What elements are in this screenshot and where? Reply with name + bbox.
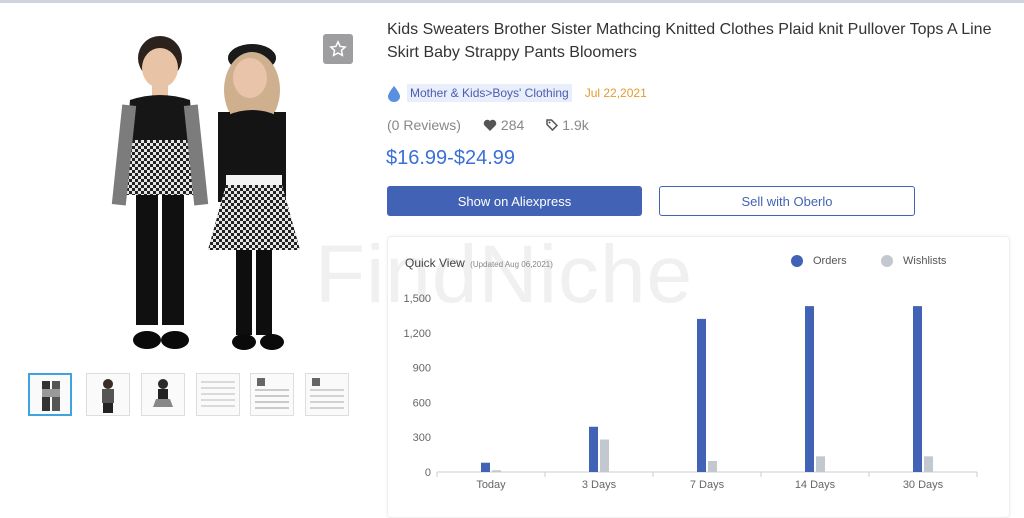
x-tick-label: 14 Days xyxy=(795,479,836,491)
quick-view-heading: Quick View xyxy=(405,256,465,270)
main-product-image[interactable] xyxy=(60,20,360,365)
wishlists-bar xyxy=(492,470,501,472)
legend-orders-label: Orders xyxy=(813,255,847,267)
quick-view-chart: 0 300 600 900 1,200 1,500 Today 3 Days 7 Days 14 … xyxy=(403,293,978,491)
quick-view-title: Quick View (Updated Aug 06,2021) xyxy=(405,256,553,270)
sold-stat: 1.9k xyxy=(546,117,589,133)
favorite-button[interactable] xyxy=(323,34,353,64)
thumbnail-5[interactable] xyxy=(250,373,294,416)
thumbnail-4[interactable] xyxy=(196,373,240,416)
tag-icon xyxy=(546,119,559,131)
x-tick-label: Today xyxy=(476,479,506,491)
sell-with-oberlo-button[interactable]: Sell with Oberlo xyxy=(659,186,915,216)
orders-bar xyxy=(805,306,814,472)
wishlists-bar xyxy=(708,460,717,472)
likes-stat: 284 xyxy=(483,117,524,133)
thumbnail-1[interactable] xyxy=(28,373,72,416)
y-tick-label: 1,500 xyxy=(403,293,431,305)
wishlists-bar xyxy=(600,439,609,472)
product-meta: Mother & Kids>Boys' Clothing Jul 22,2021 xyxy=(387,84,647,102)
thumbnail-2[interactable] xyxy=(86,373,130,416)
orders-bar xyxy=(913,306,922,472)
y-tick-label: 900 xyxy=(413,363,431,375)
updated-date: (Updated Aug 06,2021) xyxy=(470,260,553,269)
thumbnail-6[interactable] xyxy=(305,373,349,416)
y-tick-label: 1,200 xyxy=(403,328,431,340)
heart-icon xyxy=(483,119,497,131)
wishlists-bar xyxy=(924,456,933,472)
legend-wishlists-label: Wishlists xyxy=(903,255,947,267)
product-stats: (0 Reviews) 284 1.9k xyxy=(387,117,589,133)
top-border xyxy=(0,0,1024,3)
y-tick-label: 0 xyxy=(425,467,431,479)
legend-wishlists[interactable]: Wishlists xyxy=(881,255,946,267)
show-on-aliexpress-button[interactable]: Show on Aliexpress xyxy=(387,186,642,216)
wishlists-bar xyxy=(816,456,825,472)
product-title: Kids Sweaters Brother Sister Mathcing Kn… xyxy=(387,21,992,61)
listing-date: Jul 22,2021 xyxy=(584,86,647,100)
x-tick-label: 30 Days xyxy=(903,479,944,491)
orders-bar xyxy=(481,462,490,472)
legend-orders[interactable]: Orders xyxy=(791,255,847,267)
y-tick-label: 300 xyxy=(413,432,431,444)
x-tick-label: 3 Days xyxy=(582,479,617,491)
star-icon xyxy=(329,40,347,57)
price-range: $16.99-$24.99 xyxy=(386,147,516,169)
orders-bar xyxy=(697,318,706,472)
sold-count: 1.9k xyxy=(562,117,589,133)
reviews-count[interactable]: (0 Reviews) xyxy=(387,117,461,133)
drop-icon xyxy=(388,85,400,102)
likes-count: 284 xyxy=(500,117,525,133)
orders-dot-icon xyxy=(791,255,803,267)
orders-bar xyxy=(589,426,598,472)
category-link[interactable]: Mother & Kids>Boys' Clothing xyxy=(407,84,572,102)
wishlists-dot-icon xyxy=(881,255,893,267)
thumbnail-3[interactable] xyxy=(141,373,185,416)
x-tick-label: 7 Days xyxy=(690,479,725,491)
y-tick-label: 600 xyxy=(413,397,431,409)
